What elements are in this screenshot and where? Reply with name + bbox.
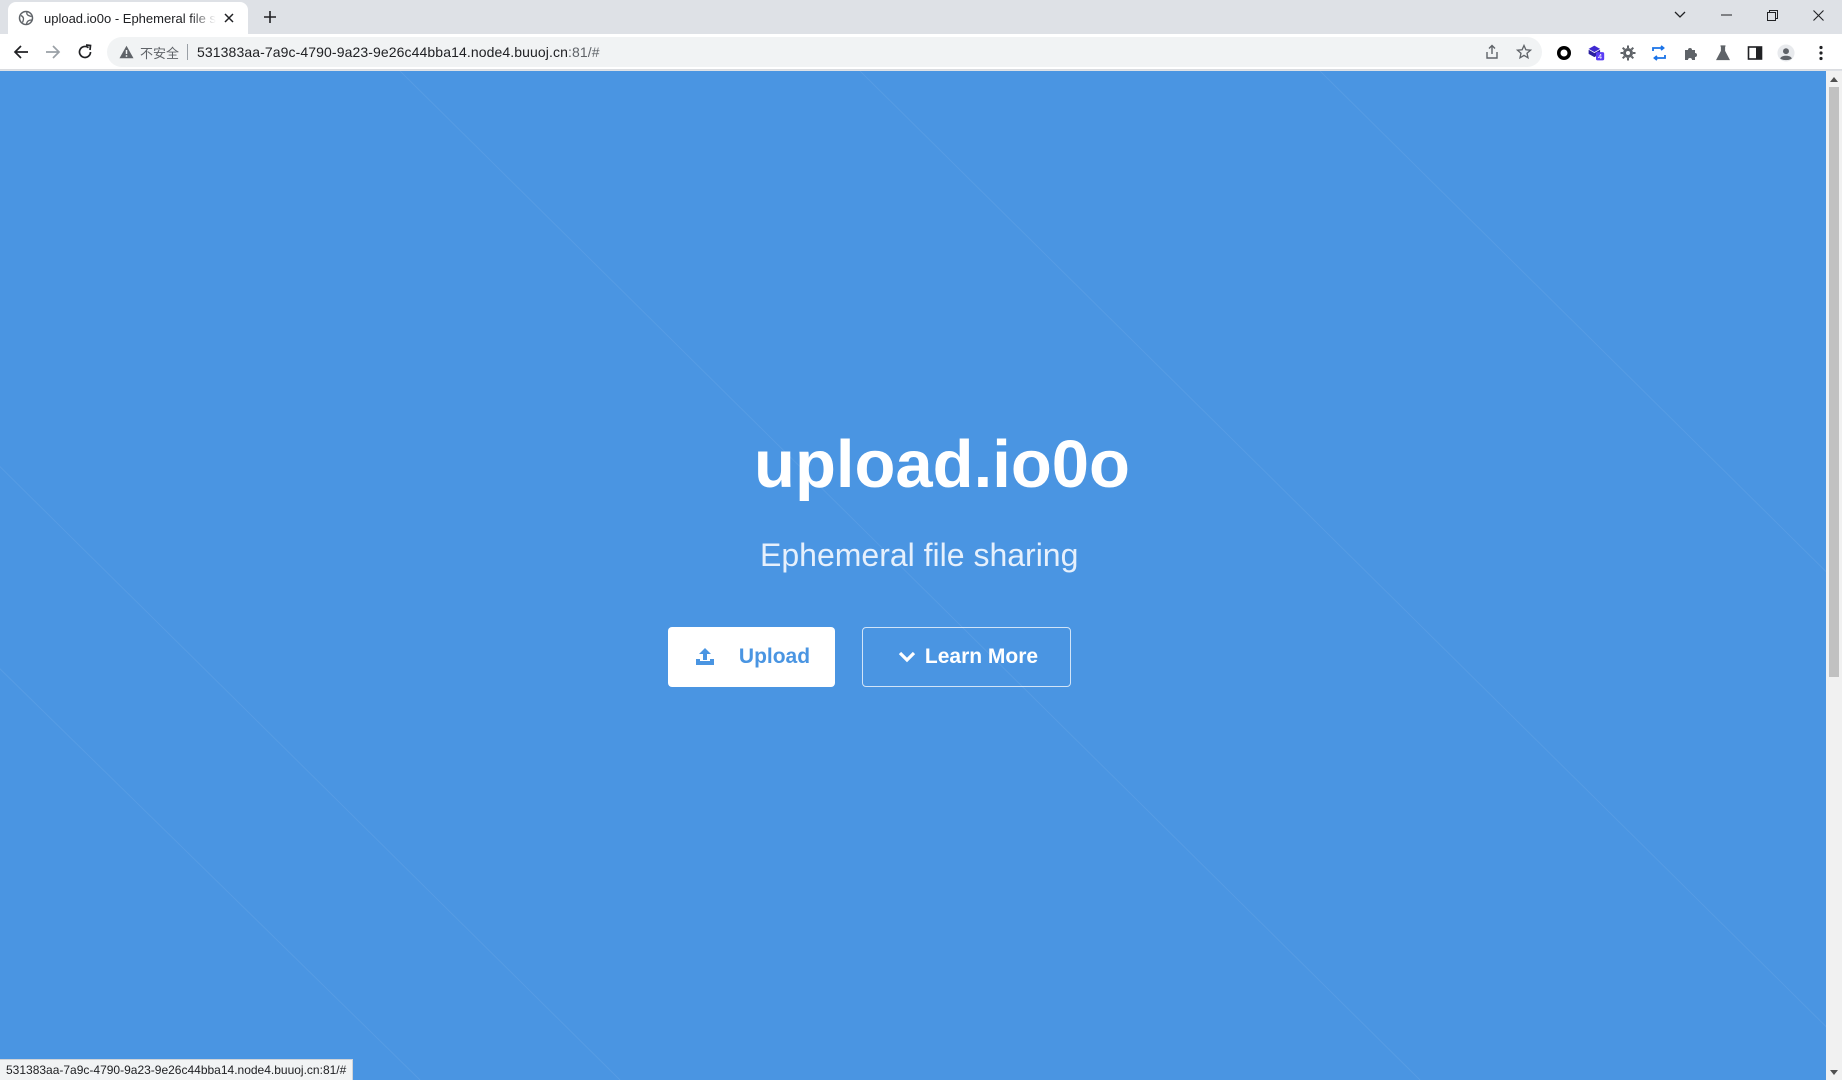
scroll-up-icon[interactable] <box>1826 71 1842 87</box>
globe-icon <box>18 10 34 26</box>
browser-tab[interactable]: upload.io0o - Ephemeral file sharing <box>8 2 248 34</box>
close-tab-icon[interactable] <box>220 9 238 27</box>
tab-strip: upload.io0o - Ephemeral file sharing <box>0 0 1842 34</box>
close-window-icon[interactable] <box>1795 0 1841 30</box>
scroll-down-icon[interactable] <box>1826 1064 1842 1080</box>
vertical-scrollbar[interactable] <box>1826 71 1842 1080</box>
status-bubble: 531383aa-7a9c-4790-9a23-9e26c44bba14.nod… <box>0 1059 354 1080</box>
side-panel-icon[interactable] <box>1746 44 1764 62</box>
minimize-icon[interactable] <box>1703 0 1749 30</box>
warning-icon <box>119 45 134 59</box>
extension-badge-count: 4 <box>1598 52 1602 61</box>
learn-more-button-label: Learn More <box>924 645 1039 668</box>
new-tab-button[interactable] <box>260 7 280 27</box>
swap-extension-icon[interactable] <box>1650 44 1668 62</box>
gear-extension-icon[interactable] <box>1619 44 1637 62</box>
upload-button-label: Upload <box>738 645 811 668</box>
address-bar[interactable]: 不安全 531383aa-7a9c-4790-9a23-9e26c44bba14… <box>107 37 1542 67</box>
flask-icon[interactable] <box>1714 44 1732 62</box>
badge-extension-icon[interactable]: 4 <box>1587 44 1605 62</box>
upload-button[interactable]: Upload <box>668 627 835 687</box>
page-title: upload.io0o <box>0 426 1826 503</box>
tab-search-icon[interactable] <box>1657 0 1703 30</box>
chevron-down-icon <box>895 645 919 669</box>
forward-icon[interactable] <box>40 39 66 65</box>
url-path: :81/# <box>568 44 600 60</box>
menu-kebab-icon[interactable] <box>1812 44 1830 62</box>
back-icon[interactable] <box>8 39 34 65</box>
learn-more-button[interactable]: Learn More <box>862 627 1071 687</box>
puzzle-icon[interactable] <box>1682 44 1700 62</box>
bookmark-star-icon[interactable] <box>1516 44 1532 60</box>
separator <box>187 44 189 60</box>
restore-icon[interactable] <box>1749 0 1795 30</box>
page-viewport: upload.io0o Ephemeral file sharing Uploa… <box>0 71 1826 1080</box>
page-title-text: upload.io0o <box>754 427 1130 502</box>
security-label: 不安全 <box>140 45 180 61</box>
security-indicator[interactable]: 不安全 <box>119 43 179 62</box>
ring-extension-icon[interactable] <box>1555 44 1573 62</box>
url-text: 531383aa-7a9c-4790-9a23-9e26c44bba14.nod… <box>197 44 600 60</box>
share-icon[interactable] <box>1484 44 1500 60</box>
profile-icon[interactable] <box>1777 44 1795 62</box>
browser-toolbar: 不安全 531383aa-7a9c-4790-9a23-9e26c44bba14… <box>0 34 1842 70</box>
background-pattern <box>0 71 1826 1080</box>
tab-title: upload.io0o - Ephemeral file sharing <box>44 10 216 26</box>
reload-icon[interactable] <box>72 39 98 65</box>
upload-icon <box>693 645 717 669</box>
url-host: 531383aa-7a9c-4790-9a23-9e26c44bba14.nod… <box>197 44 568 60</box>
page-subtitle: Ephemeral file sharing <box>760 537 1079 573</box>
scrollbar-thumb[interactable] <box>1829 87 1839 677</box>
